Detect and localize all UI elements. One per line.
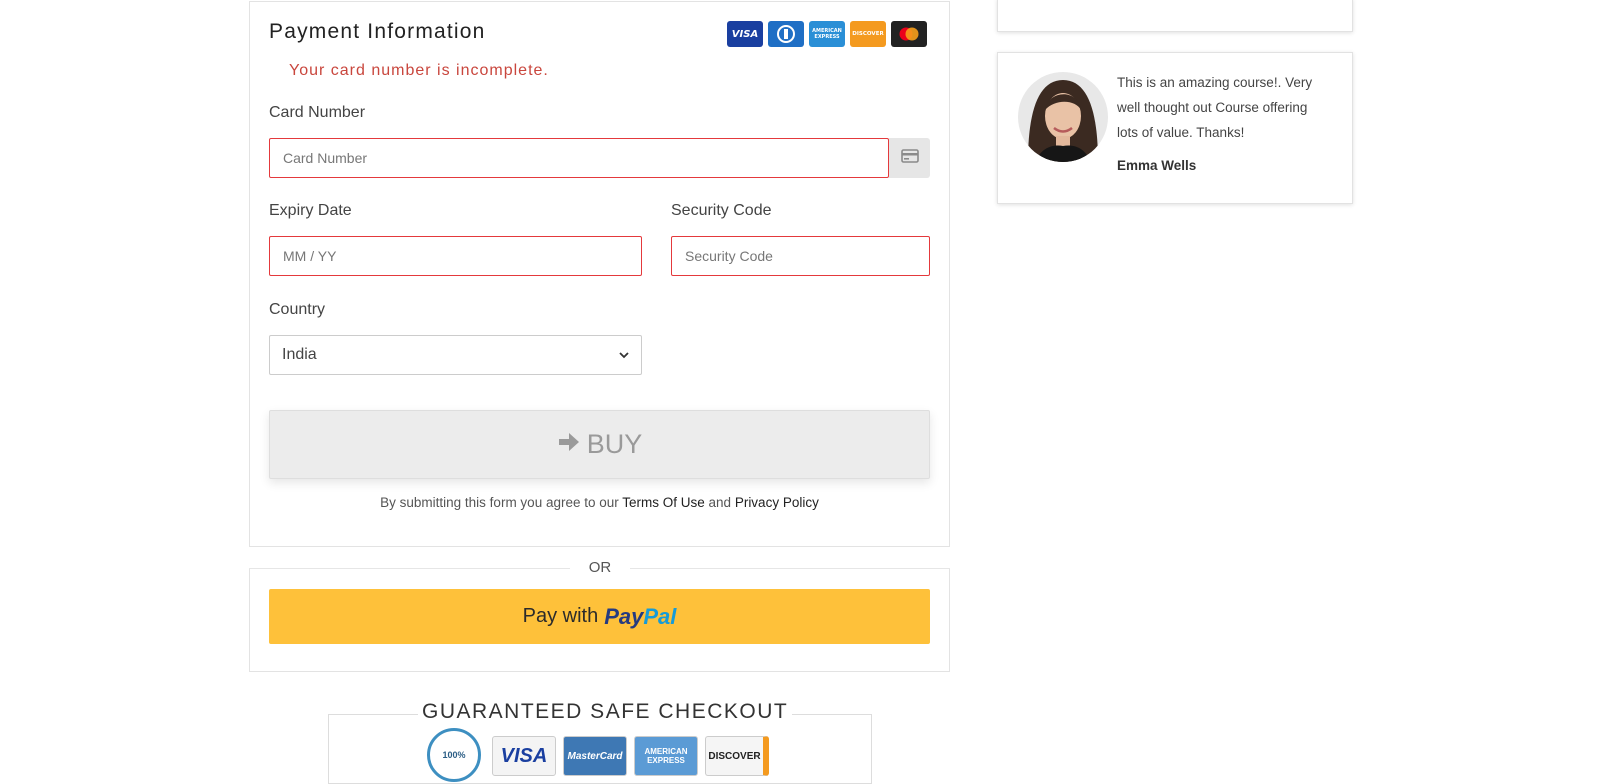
- buy-label: BUY: [586, 429, 643, 459]
- safe-checkout-title: GUARANTEED SAFE CHECKOUT: [418, 700, 793, 724]
- amex-icon: AMERICAN EXPRESS: [809, 21, 845, 47]
- security-code-label: Security Code: [671, 202, 772, 219]
- privacy-policy-link[interactable]: Privacy Policy: [735, 495, 819, 510]
- seal-text: 100%: [442, 750, 466, 760]
- discover-badge-icon: DISCOVER: [705, 736, 769, 776]
- paypal-logo-pal: Pal: [643, 603, 677, 629]
- country-selected-value: India: [282, 346, 317, 363]
- discover-icon: DISCOVER: [850, 21, 886, 47]
- testimonial-author: Emma Wells: [1117, 158, 1197, 173]
- right-top-card: [997, 0, 1353, 32]
- arrow-right-icon: [557, 429, 581, 460]
- terms-of-use-link[interactable]: Terms Of Use: [622, 495, 705, 510]
- paypal-button[interactable]: Pay with PayPal: [269, 589, 930, 644]
- terms-mid: and: [704, 495, 735, 510]
- paypal-with-text: Pay with: [522, 605, 599, 627]
- card-type-button[interactable]: [889, 138, 930, 178]
- card-number-label: Card Number: [269, 104, 366, 121]
- avatar: [1018, 72, 1108, 162]
- payment-title: Payment Information: [269, 20, 486, 43]
- buy-button[interactable]: BUY: [269, 410, 930, 479]
- accepted-cards: VISA AMERICAN EXPRESS DISCOVER: [727, 21, 927, 47]
- or-text: OR: [570, 559, 630, 576]
- paypal-logo-pay: Pay: [604, 603, 644, 629]
- mastercard-badge-icon: MasterCard: [563, 736, 627, 776]
- country-select[interactable]: India: [269, 335, 642, 375]
- card-number-input[interactable]: Card Number: [269, 138, 889, 178]
- terms-notice: By submitting this form you agree to our…: [269, 495, 930, 510]
- expiry-date-input[interactable]: MM / YY: [269, 236, 642, 276]
- terms-prefix: By submitting this form you agree to our: [380, 495, 623, 510]
- chevron-down-icon: [619, 346, 629, 364]
- testimonial-quote: This is an amazing course!. Very well th…: [1117, 75, 1313, 140]
- credit-card-icon: [900, 148, 919, 168]
- paypal-logo: PayPal: [604, 604, 676, 630]
- visa-badge-icon: VISA: [492, 736, 556, 776]
- mastercard-icon: [891, 21, 927, 47]
- expiry-date-label: Expiry Date: [269, 202, 352, 219]
- card-error-message: Your card number is incomplete.: [289, 62, 549, 79]
- country-label: Country: [269, 301, 326, 318]
- amex-badge-icon: AMERICAN EXPRESS: [634, 736, 698, 776]
- diners-club-icon: [768, 21, 804, 47]
- security-code-input[interactable]: Security Code: [671, 236, 930, 276]
- visa-icon: VISA: [727, 21, 763, 47]
- satisfaction-seal-icon: 100%: [427, 728, 481, 782]
